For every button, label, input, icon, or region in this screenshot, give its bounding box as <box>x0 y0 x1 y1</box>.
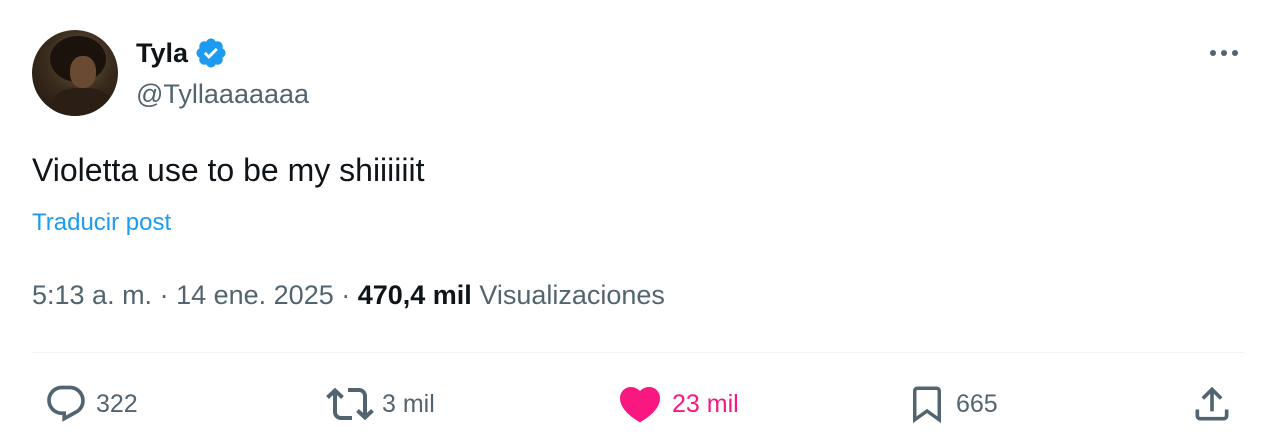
author-handle[interactable]: @Tyllaaaaaaa <box>136 79 309 110</box>
translate-post-link[interactable]: Traducir post <box>32 209 171 237</box>
bookmark-button[interactable]: 665 <box>906 380 998 428</box>
views-label: Visualizaciones <box>471 280 665 310</box>
bookmark-icon <box>913 386 941 424</box>
like-count: 23 mil <box>672 389 739 418</box>
heart-icon <box>619 387 661 423</box>
more-dot <box>1232 50 1238 56</box>
avatar[interactable] <box>32 30 118 116</box>
post-date[interactable]: 14 ene. 2025 <box>176 280 334 310</box>
repost-button[interactable]: 3 mil <box>326 380 435 428</box>
repost-count: 3 mil <box>382 389 435 418</box>
views-count: 470,4 mil <box>357 280 472 310</box>
share-button[interactable] <box>1190 380 1234 428</box>
post-meta: 5:13 a. m. · 14 ene. 2025 · 470,4 mil Vi… <box>32 280 665 311</box>
author-name-row: Tyla <box>136 36 228 70</box>
like-button[interactable]: 23 mil <box>616 380 739 428</box>
author-name[interactable]: Tyla <box>136 38 188 69</box>
post-time[interactable]: 5:13 a. m. <box>32 280 152 310</box>
reply-icon <box>47 385 85 422</box>
more-dot <box>1221 50 1227 56</box>
meta-separator: · <box>152 280 177 310</box>
more-icon[interactable] <box>1204 40 1244 66</box>
more-dot <box>1210 50 1216 56</box>
reply-button[interactable]: 322 <box>44 380 138 428</box>
post-text: Violetta use to be my shiiiiiit <box>32 152 425 188</box>
avatar-face <box>70 56 96 88</box>
divider <box>32 352 1244 353</box>
verified-badge-icon <box>196 38 226 68</box>
repost-icon <box>326 387 374 421</box>
share-icon <box>1195 386 1229 421</box>
avatar-body <box>52 88 112 116</box>
reply-count: 322 <box>96 389 138 418</box>
meta-separator: · <box>333 280 358 310</box>
bookmark-count: 665 <box>956 389 998 418</box>
tweet: Tyla @Tyllaaaaaaa Violetta use to be my … <box>0 0 1274 443</box>
